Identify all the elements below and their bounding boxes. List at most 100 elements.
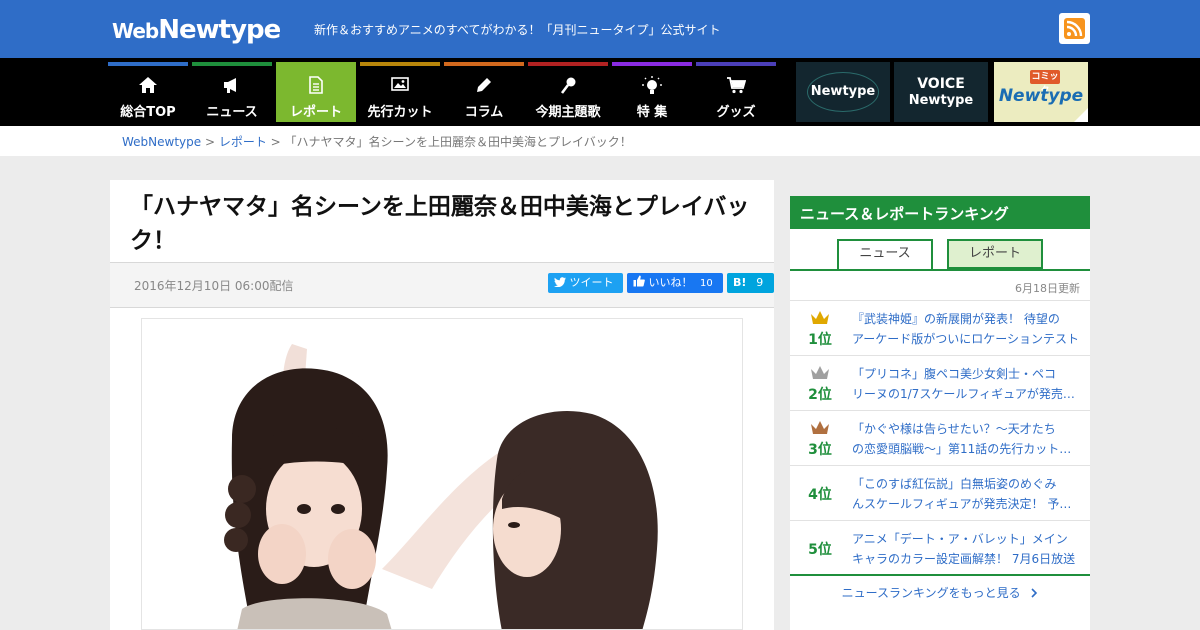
voice-newtype-line1: VOICE (917, 76, 965, 92)
breadcrumb-home[interactable]: WebNewtype (122, 135, 201, 149)
chevron-right-icon (1031, 588, 1038, 598)
image-icon (391, 77, 409, 91)
ranking-headline-line1: 『武装神姫』の新展開が発表！ 待望の (852, 312, 1060, 326)
ranking-panel: ニュース＆レポートランキング ニュース レポート 6月18日更新 1位 『武装神… (790, 196, 1090, 630)
silver-crown-icon (811, 366, 829, 379)
home-icon (139, 77, 157, 93)
ranking-headline-line2: んスケールフィギュアが発売決定！ 予約開始 (852, 497, 1080, 511)
tweet-button[interactable]: ツイート (548, 273, 623, 293)
ranking-headline[interactable]: アニメ「デート・ア・バレット」メイン キャラのカラー設定画解禁！ 7月6日放送 (852, 529, 1080, 569)
ranking-headline-line1: アニメ「デート・ア・バレット」メイン (852, 532, 1068, 546)
ranking-headline[interactable]: 「かぐや様は告らせたい？～天才たちの恋愛頭脳戦～」第11話の先行カット到着 (852, 419, 1080, 459)
comic-newtype-link[interactable]: コミック Newtype (994, 62, 1088, 122)
ranking-headline-line1: 「このすば紅伝説」白無垢姿のめぐみ (852, 477, 1057, 491)
ranking-bottom-line (790, 574, 1090, 576)
thumbs-up-icon (633, 275, 645, 287)
ranking-headline[interactable]: 「このすば紅伝説」白無垢姿のめぐみんスケールフィギュアが発売決定！ 予約開始 (852, 474, 1080, 514)
ranking-headline-line1: 「かぐや様は告らせたい？～天才たち (852, 422, 1056, 436)
breadcrumb-current: 「ハナヤマタ」名シーンを上田麗奈＆田中美海とプレイバック！ (284, 135, 632, 149)
nav-goods-label: グッズ (716, 105, 756, 120)
ranking-headline[interactable]: 「プリコネ」腹ペコ美少女剣士・ペコ リーヌの1/7スケールフィギュアが発売決定 (852, 364, 1080, 404)
comic-newtype-label: Newtype (998, 86, 1084, 106)
lightbulb-icon (642, 76, 662, 94)
article-meta-bar: 2016年12月10日 06:00配信 ツイート いいね！ 10 B! 9 (110, 262, 774, 308)
nav-precut-bar (360, 62, 440, 66)
hatena-bookmark-button[interactable]: B! 9 (727, 273, 774, 293)
nav-news-bar (192, 62, 272, 66)
ranking-tab-report[interactable]: レポート (947, 239, 1043, 269)
ranking-headline-line1: 「プリコネ」腹ペコ美少女剣士・ペコ (852, 367, 1057, 381)
ranking-item[interactable]: 5位 アニメ「デート・ア・バレット」メイン キャラのカラー設定画解禁！ 7月6日放… (790, 520, 1090, 575)
nav-goods-bar (696, 62, 776, 66)
ranking-position: 1位 (808, 332, 832, 348)
nav-feature-bar (612, 62, 692, 66)
ranking-more-link[interactable]: ニュースランキングをもっと見る (790, 584, 1090, 601)
ranking-position: 5位 (808, 542, 832, 558)
like-label: いいね！ (648, 276, 693, 289)
ranking-title: ニュース＆レポートランキング (790, 196, 1090, 229)
twitter-bird-icon (554, 277, 566, 288)
article-date: 2016年12月10日 06:00配信 (134, 279, 294, 293)
nav-themesong-label: 今期主題歌 (535, 105, 601, 120)
ranking-updated: 6月18日更新 (1015, 282, 1080, 295)
nav-news-label: ニュース (206, 105, 258, 120)
like-count: 10 (700, 278, 713, 289)
nav-precut[interactable]: 先行カット (360, 62, 440, 122)
logo-web: Web (112, 19, 159, 43)
nav-report-label: レポート (289, 105, 342, 120)
nav-report-bar (276, 62, 356, 66)
newtype-magazine-label: Newtype (810, 84, 876, 99)
newtype-magazine-link[interactable]: Newtype (796, 62, 890, 122)
ranking-item[interactable]: 1位 『武装神姫』の新展開が発表！ 待望のアーケード版がついにロケーションテスト (790, 300, 1090, 355)
nav-feature-label: 特 集 (636, 105, 668, 120)
nav-column-bar (444, 62, 524, 66)
voice-newtype-link[interactable]: VOICE Newtype (894, 62, 988, 122)
nav-news[interactable]: ニュース (192, 62, 272, 122)
ranking-position: 3位 (808, 442, 832, 458)
pen-icon (477, 78, 491, 92)
breadcrumb-sep: > (201, 135, 219, 149)
ranking-headline-line2: アーケード版がついにロケーションテスト (852, 332, 1080, 346)
ranking-item[interactable]: 4位 「このすば紅伝説」白無垢姿のめぐみんスケールフィギュアが発売決定！ 予約開… (790, 465, 1090, 520)
nav-column[interactable]: コラム (444, 62, 524, 122)
ranking-item[interactable]: 3位 「かぐや様は告らせたい？～天才たちの恋愛頭脳戦～」第11話の先行カット到着 (790, 410, 1090, 465)
ranking-more-label: ニュースランキングをもっと見る (841, 586, 1021, 600)
article-title: 「ハナヤマタ」名シーンを上田麗奈＆田中美海とプレイバック！ (130, 194, 750, 254)
nav-top-label: 総合TOP (120, 105, 176, 120)
ranking-item[interactable]: 2位 「プリコネ」腹ペコ美少女剣士・ペコ リーヌの1/7スケールフィギュアが発売決… (790, 355, 1090, 410)
breadcrumb-section[interactable]: レポート (219, 135, 267, 149)
logo-newtype: Newtype (158, 15, 281, 45)
nav-goods[interactable]: グッズ (696, 62, 776, 122)
nav-top[interactable]: 総合TOP (108, 62, 188, 122)
article-photo-illustration (142, 319, 742, 629)
nav-report[interactable]: レポート (276, 62, 356, 122)
rss-icon (1064, 18, 1085, 39)
cart-icon (727, 77, 746, 94)
rss-button[interactable] (1059, 13, 1090, 44)
site-logo[interactable]: WebNewtype (112, 15, 281, 45)
gold-crown-icon (811, 311, 829, 324)
comic-newtype-badge: コミック (1030, 70, 1060, 96)
nav-precut-label: 先行カット (367, 105, 433, 120)
nav-themesong-bar (528, 62, 608, 66)
page-curl-decoration (1074, 108, 1088, 122)
bronze-crown-icon (811, 421, 829, 434)
breadcrumb-sep: > (266, 135, 285, 149)
nav-themesong[interactable]: 今期主題歌 (528, 62, 608, 122)
hatena-count: 9 (756, 276, 764, 289)
ranking-position: 4位 (808, 487, 832, 503)
ranking-position: 2位 (808, 387, 832, 403)
nav-feature[interactable]: 特 集 (612, 62, 692, 122)
like-button[interactable]: いいね！ 10 (627, 273, 723, 293)
voice-newtype-line2: Newtype (908, 93, 974, 108)
megaphone-icon (224, 78, 236, 93)
ranking-headline[interactable]: 『武装神姫』の新展開が発表！ 待望のアーケード版がついにロケーションテスト (852, 309, 1080, 349)
ranking-headline-line2: の恋愛頭脳戦～」第11話の先行カット到着 (852, 442, 1080, 456)
breadcrumb: WebNewtype > レポート > 「ハナヤマタ」名シーンを上田麗奈＆田中美… (122, 133, 632, 150)
nav-column-label: コラム (464, 105, 504, 120)
article-photo[interactable] (141, 318, 743, 630)
tweet-label: ツイート (569, 276, 614, 289)
microphone-icon (560, 77, 576, 94)
ranking-tab-news[interactable]: ニュース (837, 239, 933, 269)
article-card: 「ハナヤマタ」名シーンを上田麗奈＆田中美海とプレイバック！ 2016年12月10… (110, 180, 774, 630)
